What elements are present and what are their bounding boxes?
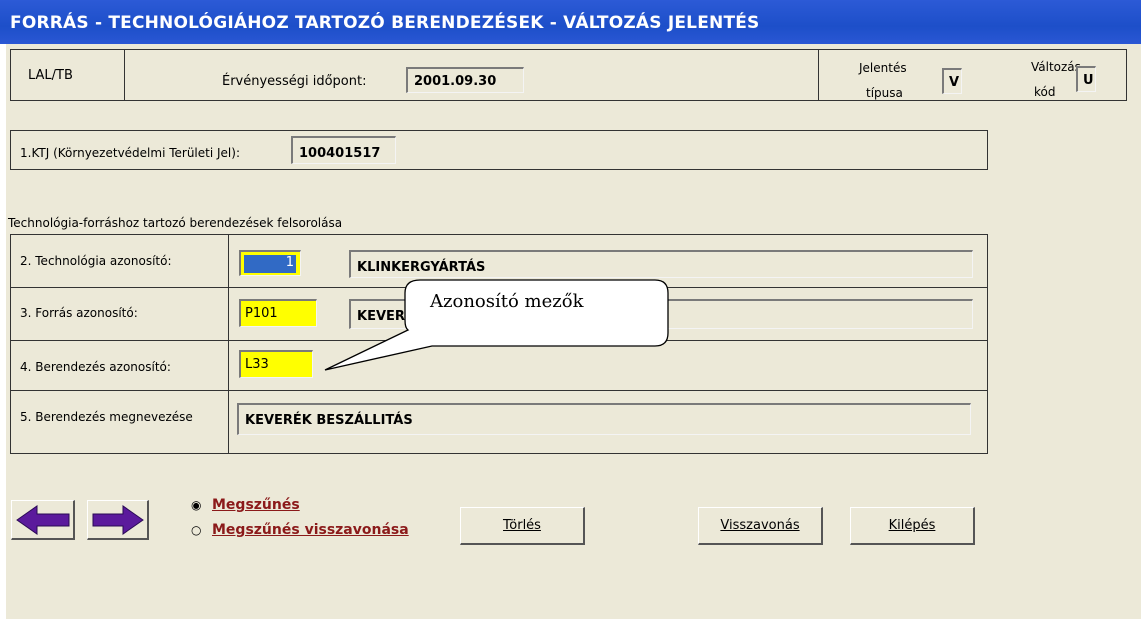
next-button[interactable] [87,500,149,540]
table-divider [10,287,988,288]
radio-selected-icon: ◉ [191,498,202,512]
delete-button[interactable]: Törlés [460,507,585,545]
window-title: FORRÁS - TECHNOLÓGIÁHOZ TARTOZÓ BERENDEZ… [10,13,760,33]
validity-date-field[interactable]: 2001.09.30 [406,67,524,93]
arrow-right-icon [92,505,144,535]
validity-label: Érvényességi időpont: [222,74,367,89]
option-terminate-revoke[interactable]: ○ Megszűnés visszavonása [191,522,409,538]
change-code-label: Változás [1031,60,1081,74]
previous-button[interactable] [11,500,75,540]
change-code-label: kód [1034,85,1056,99]
option-terminate-label: Megszűnés [212,497,300,513]
technology-id-field[interactable]: 1 [239,250,301,276]
radio-unselected-icon: ○ [191,523,202,537]
technology-name-field[interactable]: KLINKERGYÁRTÁS [349,250,973,278]
report-type-label: Jelentés [859,61,907,75]
ktj-label: 1.KTJ (Környezetvédelmi Területi Jel): [20,146,240,160]
technology-id-value: 1 [244,255,296,273]
equipment-id-label: 4. Berendezés azonosító: [20,360,171,374]
option-terminate-revoke-label: Megszűnés visszavonása [212,522,409,538]
change-code-field[interactable]: U [1076,66,1096,92]
header-divider [124,49,125,101]
exit-button[interactable]: Kilépés [850,507,975,545]
revoke-button[interactable]: Visszavonás [698,507,823,545]
header-divider [818,49,819,101]
table-divider [10,390,988,391]
ktj-field[interactable]: 100401517 [291,136,396,164]
arrow-left-icon [16,505,70,535]
callout-text: Azonosító mezők [430,291,584,312]
source-id-label: 3. Forrás azonosító: [20,306,138,320]
title-bar: FORRÁS - TECHNOLÓGIÁHOZ TARTOZÓ BERENDEZ… [0,0,1141,44]
form-code: LAL/TB [28,68,73,83]
report-type-label: típusa [866,86,903,100]
equipment-id-field[interactable]: L33 [239,350,313,378]
table-divider [10,340,988,341]
equipment-name-field[interactable]: KEVERÉK BESZÁLLITÁS [237,403,971,435]
option-terminate[interactable]: ◉ Megszűnés [191,497,300,513]
section-title: Technológia-forráshoz tartozó berendezés… [8,216,343,230]
report-type-field[interactable]: V [942,68,962,94]
source-id-field[interactable]: P101 [239,299,317,327]
table-divider [228,234,229,454]
equipment-name-label: 5. Berendezés megnevezése [20,410,193,424]
technology-id-label: 2. Technológia azonosító: [20,254,172,268]
